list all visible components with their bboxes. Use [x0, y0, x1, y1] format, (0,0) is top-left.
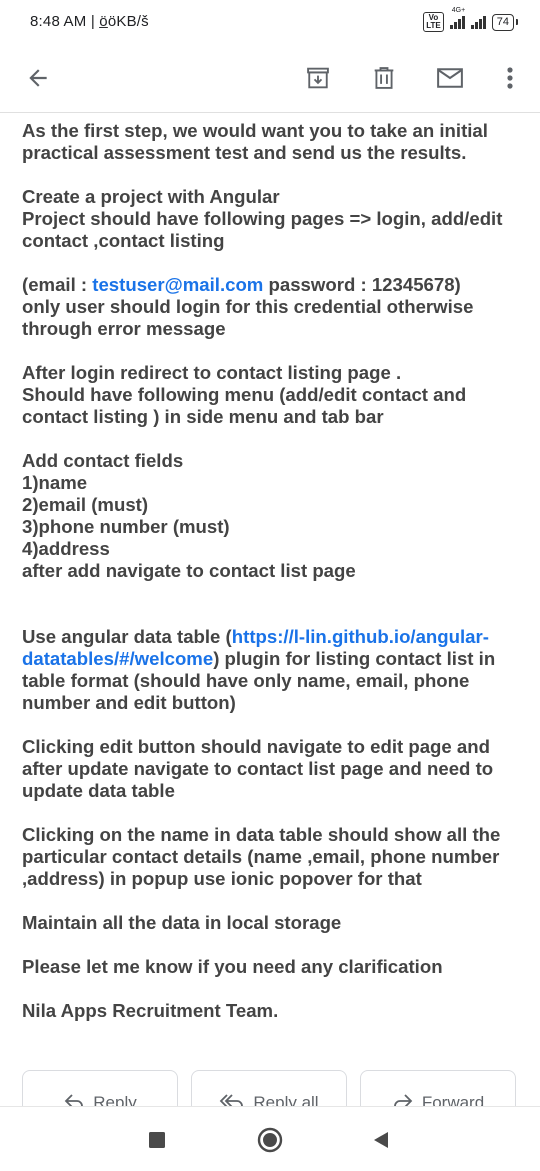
status-indicators: Vo LTE 4G+ 74	[423, 7, 519, 34]
back-button[interactable]	[20, 60, 56, 96]
clock-text: 8:48 AM	[30, 13, 87, 30]
text-line: particular contact details (name ,email,…	[22, 846, 500, 867]
circle-icon	[257, 1127, 283, 1153]
text-line: 1)name	[22, 472, 88, 493]
text-line: Should have following menu (add/edit con…	[22, 384, 467, 405]
credentials-paragraph: (email : testuser@mail.com password : 12…	[22, 274, 512, 340]
signal-icon-2	[470, 15, 486, 29]
email-body: As the first step, we would want you to …	[22, 120, 512, 1044]
more-vertical-icon	[507, 67, 513, 89]
text-line: (email : testuser@mail.com password : 12…	[22, 274, 512, 296]
arrow-left-icon	[29, 69, 47, 87]
text-line: After login redirect to contact listing …	[22, 362, 402, 383]
home-button[interactable]	[255, 1125, 285, 1155]
mail-icon	[437, 68, 463, 88]
mark-unread-button[interactable]	[432, 60, 468, 96]
datatable-paragraph: Use angular data table (https://l-lin.gi…	[22, 626, 512, 714]
archive-icon	[307, 67, 329, 89]
text-line: Project should have following pages => l…	[22, 208, 503, 229]
battery-icon: 74	[491, 13, 519, 31]
datatable-prefix: Use angular data table (	[22, 626, 232, 647]
text-line: 4)address	[22, 538, 110, 559]
text-line: contact listing ) in side menu and tab b…	[22, 406, 384, 427]
network-type: 4G+	[451, 7, 466, 14]
signal-icon: 4G+	[449, 7, 465, 29]
text-line: datatables/#/welcome) plugin for listing…	[22, 648, 512, 670]
square-icon	[149, 1132, 165, 1148]
triangle-back-icon	[374, 1132, 388, 1148]
text-line: number and edit button)	[22, 692, 236, 713]
datatable-link-cont[interactable]: datatables/#/welcome	[22, 648, 213, 669]
battery-level: 74	[496, 15, 509, 28]
text-line: Maintain all the data in local storage	[22, 912, 342, 933]
text-line: Clicking edit button should navigate to …	[22, 736, 490, 757]
volte-icon: Vo LTE	[423, 12, 444, 32]
text-line: practical assessment test and send us th…	[22, 142, 467, 163]
credentials-prefix: (email :	[22, 274, 93, 295]
text-line: Use angular data table (https://l-lin.gi…	[22, 626, 512, 648]
signature: Nila Apps Recruitment Team.	[22, 1000, 512, 1022]
reply-button[interactable]: Reply	[22, 1070, 178, 1108]
text-line: Nila Apps Recruitment Team.	[22, 1000, 279, 1021]
popup-paragraph: Clicking on the name in data table shoul…	[22, 824, 512, 890]
text-line: contact ,contact listing	[22, 230, 225, 251]
more-options-button[interactable]	[492, 60, 528, 96]
app-bar	[0, 46, 540, 110]
edit-paragraph: Clicking edit button should navigate to …	[22, 736, 512, 802]
text-line: Please let me know if you need any clari…	[22, 956, 443, 977]
datatable-suffix: ) plugin for listing contact list in	[213, 648, 496, 669]
recents-button[interactable]	[142, 1125, 172, 1155]
text-line: Add contact fields	[22, 450, 184, 471]
archive-button[interactable]	[300, 60, 336, 96]
text-line: Create a project with Angular	[22, 186, 280, 207]
text-line: table format (should have only name, ema…	[22, 670, 470, 691]
reply-actions: Reply Reply all Forward	[0, 1068, 540, 1108]
email-link[interactable]: testuser@mail.com	[92, 274, 263, 295]
after-login-paragraph: After login redirect to contact listing …	[22, 362, 512, 428]
forward-button[interactable]: Forward	[360, 1070, 516, 1108]
text-line: after add navigate to contact list page	[22, 560, 356, 581]
text-line: As the first step, we would want you to …	[22, 120, 488, 141]
text-line: only user should login for this credenti…	[22, 296, 474, 317]
text-line: update data table	[22, 780, 175, 801]
add-contact-paragraph: Add contact fields 1)name 2)email (must)…	[22, 450, 512, 582]
credentials-suffix: password : 12345678)	[263, 274, 461, 295]
system-nav-bar	[0, 1106, 540, 1171]
delete-button[interactable]	[366, 60, 402, 96]
trash-icon	[374, 67, 394, 89]
nav-back-button[interactable]	[366, 1125, 396, 1155]
storage-paragraph: Maintain all the data in local storage	[22, 912, 512, 934]
text-line: 3)phone number (must)	[22, 516, 230, 537]
text-line: ,address) in popup use ionic popover for…	[22, 868, 422, 889]
reply-all-button[interactable]: Reply all	[191, 1070, 347, 1108]
status-bar: 8:48 AM | ö̲öKB/š Vo LTE 4G+ 74	[0, 0, 540, 46]
status-time: 8:48 AM | ö̲öKB/š	[30, 13, 149, 30]
app-bar-divider	[0, 112, 540, 113]
data-speed-text: | ö̲öKB/š	[90, 13, 149, 30]
datatable-link[interactable]: https://l-lin.github.io/angular-	[232, 626, 489, 647]
intro-paragraph: As the first step, we would want you to …	[22, 120, 512, 164]
project-paragraph: Create a project with Angular Project sh…	[22, 186, 512, 252]
text-line: Clicking on the name in data table shoul…	[22, 824, 501, 845]
text-line: after update navigate to contact list pa…	[22, 758, 494, 779]
text-line: 2)email (must)	[22, 494, 149, 515]
clarify-paragraph: Please let me know if you need any clari…	[22, 956, 512, 978]
text-line: through error message	[22, 318, 226, 339]
